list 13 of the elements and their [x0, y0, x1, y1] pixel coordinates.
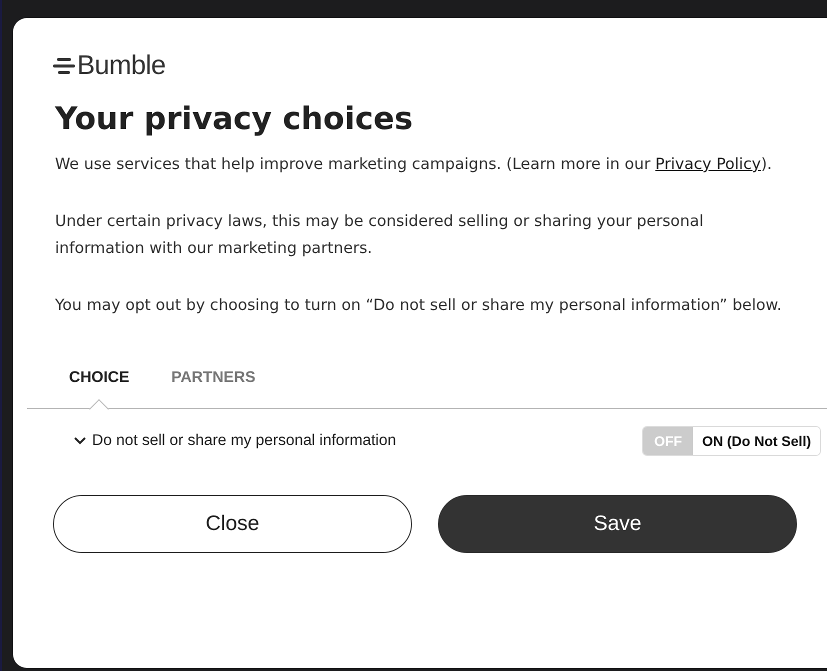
- privacy-policy-link[interactable]: Privacy Policy: [655, 155, 761, 173]
- dialog-title: Your privacy choices: [55, 101, 414, 137]
- setting-label: Do not sell or share my personal information: [92, 432, 396, 450]
- close-button[interactable]: Close: [53, 495, 412, 553]
- body-paragraph: Under certain privacy laws, this may be considered selling or sharing your personal information with our marketing partners.: [55, 211, 705, 259]
- logo-text: Bumble: [77, 50, 166, 81]
- save-button[interactable]: Save: [438, 495, 797, 553]
- chevron-icon[interactable]: [74, 437, 86, 445]
- tab[interactable]: PARTNERS: [171, 363, 256, 408]
- body-paragraph: You may opt out by choosing to turn on “Do not sell or share my personal information” below.: [55, 295, 783, 316]
- body-paragraph: We use services that help improve marketing campaigns. (Learn more in our Privacy Policy).: [55, 154, 773, 175]
- tab[interactable]: CHOICE: [69, 363, 130, 408]
- logo-icon: [53, 56, 75, 74]
